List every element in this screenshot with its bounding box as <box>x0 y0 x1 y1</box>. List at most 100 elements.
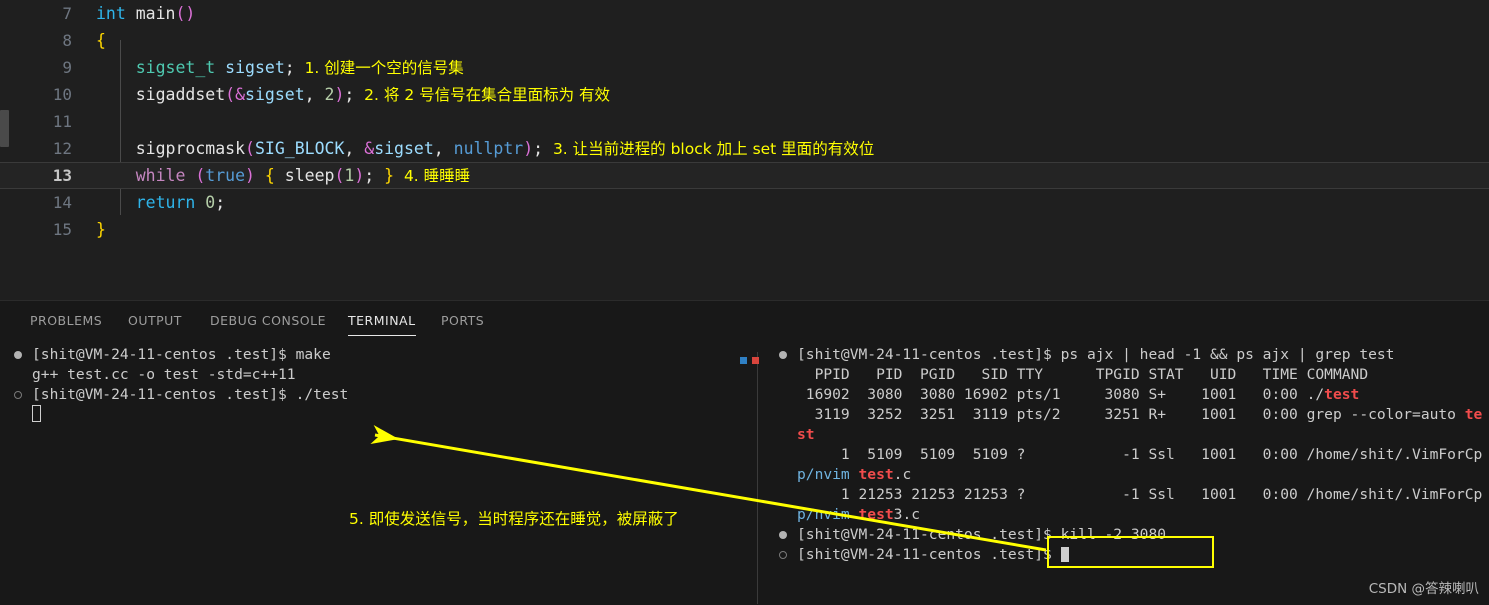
terminal-text: test <box>858 506 894 523</box>
terminal-text: te <box>1464 406 1483 423</box>
tab-problems[interactable]: PROBLEMS <box>30 301 102 341</box>
inline-annotation: 2. 将 2 号信号在集合里面标为 有效 <box>354 86 611 104</box>
terminal-line: [shit@VM-24-11-centos .test]$ make <box>0 345 752 365</box>
code-token: ( <box>245 139 255 158</box>
tab-terminal[interactable]: TERMINAL <box>348 301 416 341</box>
code-token: ) <box>354 166 365 185</box>
code-token: 2 <box>324 85 335 104</box>
tab-debug-console[interactable]: DEBUG CONSOLE <box>210 301 326 341</box>
code-token: & <box>235 85 246 104</box>
code-text: sigprocmask(SIG_BLOCK, &sigset, nullptr)… <box>96 135 874 163</box>
code-token: ) <box>334 85 345 104</box>
terminal-left[interactable]: [shit@VM-24-11-centos .test]$ make g++ te… <box>0 345 752 605</box>
terminal-line: 1 21253 21253 21253 ? -1 Ssl 1001 0:00 /… <box>765 485 1489 505</box>
code-text: sigset_t sigset; 1. 创建一个空的信号集 <box>96 54 464 82</box>
line-number: 15 <box>52 220 72 239</box>
terminal-text: [shit@VM-24-11-centos .test]$ <box>797 546 1061 563</box>
code-token: } <box>96 220 106 239</box>
terminal-cursor <box>1060 547 1069 562</box>
code-line[interactable]: 11 <box>0 108 1489 135</box>
line-number: 8 <box>62 31 72 50</box>
terminal-text: kill -2 3080 <box>1060 526 1167 543</box>
code-token: ; <box>284 58 295 77</box>
inline-annotation: 4. 睡睡睡 <box>394 167 471 185</box>
terminal-line: 16902 3080 3080 16902 pts/1 3080 S+ 1001… <box>765 385 1489 405</box>
command-success-icon <box>779 351 787 359</box>
code-token: ; <box>533 139 544 158</box>
code-token: ; <box>215 193 226 212</box>
terminal-text: p/nvim <box>797 466 859 483</box>
code-line[interactable]: 8{ <box>0 27 1489 54</box>
terminal-text: 3119 3252 3251 3119 pts/2 3251 R+ 1001 0… <box>797 406 1465 423</box>
line-number: 12 <box>52 139 72 158</box>
terminal-text: test <box>1324 386 1360 403</box>
code-token: sigset <box>374 139 434 158</box>
code-token: , <box>344 139 365 158</box>
line-number: 7 <box>62 4 72 23</box>
code-token: while <box>135 166 186 185</box>
code-line[interactable]: 10 sigaddset(&sigset, 2); 2. 将 2 号信号在集合里… <box>0 81 1489 108</box>
terminal-text: test <box>858 466 894 483</box>
terminal-right[interactable]: [shit@VM-24-11-centos .test]$ ps ajx | h… <box>765 345 1489 605</box>
terminal-line <box>0 405 752 425</box>
terminal-text: make <box>295 346 331 363</box>
code-text: sigaddset(&sigset, 2); 2. 将 2 号信号在集合里面标为… <box>96 81 610 109</box>
panel-tabs: PROBLEMS OUTPUT DEBUG CONSOLE TERMINAL PORTS <box>0 301 1489 341</box>
line-number: 14 <box>52 193 72 212</box>
app-root: 7 int main() 8{9 sigset_t sigset; 1. 创建一个空… <box>0 0 1489 605</box>
terminal-line: PPID PID PGID SID TTY TPGID STAT UID TIM… <box>765 365 1489 385</box>
terminal-line: [shit@VM-24-11-centos .test]$ ./test <box>0 385 752 405</box>
code-token: main <box>135 4 176 23</box>
terminal-text: ps ajx | head -1 && ps ajx | grep test <box>1060 346 1395 363</box>
code-token: & <box>364 139 375 158</box>
terminal-line: 1 5109 5109 5109 ? -1 Ssl 1001 0:00 /hom… <box>765 445 1489 465</box>
terminal-text: [shit@VM-24-11-centos .test]$ <box>32 346 296 363</box>
code-token: true <box>205 166 246 185</box>
code-token: sigaddset <box>135 85 226 104</box>
terminal-line: g++ test.cc -o test -std=c++11 <box>0 365 752 385</box>
code-line[interactable]: 9 sigset_t sigset; 1. 创建一个空的信号集 <box>0 54 1489 81</box>
code-token: nullptr <box>453 139 524 158</box>
terminal-text: g++ test.cc -o test -std=c++11 <box>32 366 296 383</box>
code-line[interactable]: 7 int main() <box>0 0 1489 27</box>
code-text: { <box>96 27 106 54</box>
tab-ports[interactable]: PORTS <box>441 301 484 341</box>
code-token: ( <box>225 85 236 104</box>
code-text: } <box>96 216 106 243</box>
tab-output[interactable]: OUTPUT <box>128 301 182 341</box>
terminal-cursor <box>32 405 41 422</box>
code-token: sleep <box>284 166 335 185</box>
terminal-split-divider[interactable] <box>757 352 758 604</box>
code-token: SIG_BLOCK <box>254 139 345 158</box>
terminal-line: [shit@VM-24-11-centos .test]$ kill -2 30… <box>765 525 1489 545</box>
terminal-text: [shit@VM-24-11-centos .test]$ <box>32 386 296 403</box>
terminal-text: PPID PID PGID SID TTY TPGID STAT UID TIM… <box>797 366 1369 383</box>
code-token: sigset <box>245 85 305 104</box>
terminal-text: ./test <box>295 386 349 403</box>
terminal-line: st <box>765 425 1489 445</box>
terminal-line: p/nvim test3.c <box>765 505 1489 525</box>
code-line[interactable]: 14 return 0; <box>0 189 1489 216</box>
terminal-text: 1 21253 21253 21253 ? -1 Ssl 1001 0:00 /… <box>797 486 1483 503</box>
code-line[interactable]: 12 sigprocmask(SIG_BLOCK, &sigset, nullp… <box>0 135 1489 162</box>
tab-label: TERMINAL <box>348 313 416 328</box>
code-token: 0 <box>205 193 216 212</box>
command-pending-icon <box>14 391 22 399</box>
code-line[interactable]: 15} <box>0 216 1489 243</box>
code-token: ( <box>195 166 206 185</box>
code-editor[interactable]: 7 int main() 8{9 sigset_t sigset; 1. 创建一个空… <box>0 0 1489 300</box>
code-token: return <box>135 193 196 212</box>
terminal-text: 3.c <box>893 506 921 523</box>
code-text: return 0; <box>96 189 225 216</box>
code-token: ( <box>334 166 345 185</box>
code-line[interactable]: 13 while (true) { sleep(1); } 4. 睡睡睡 <box>0 162 1489 189</box>
